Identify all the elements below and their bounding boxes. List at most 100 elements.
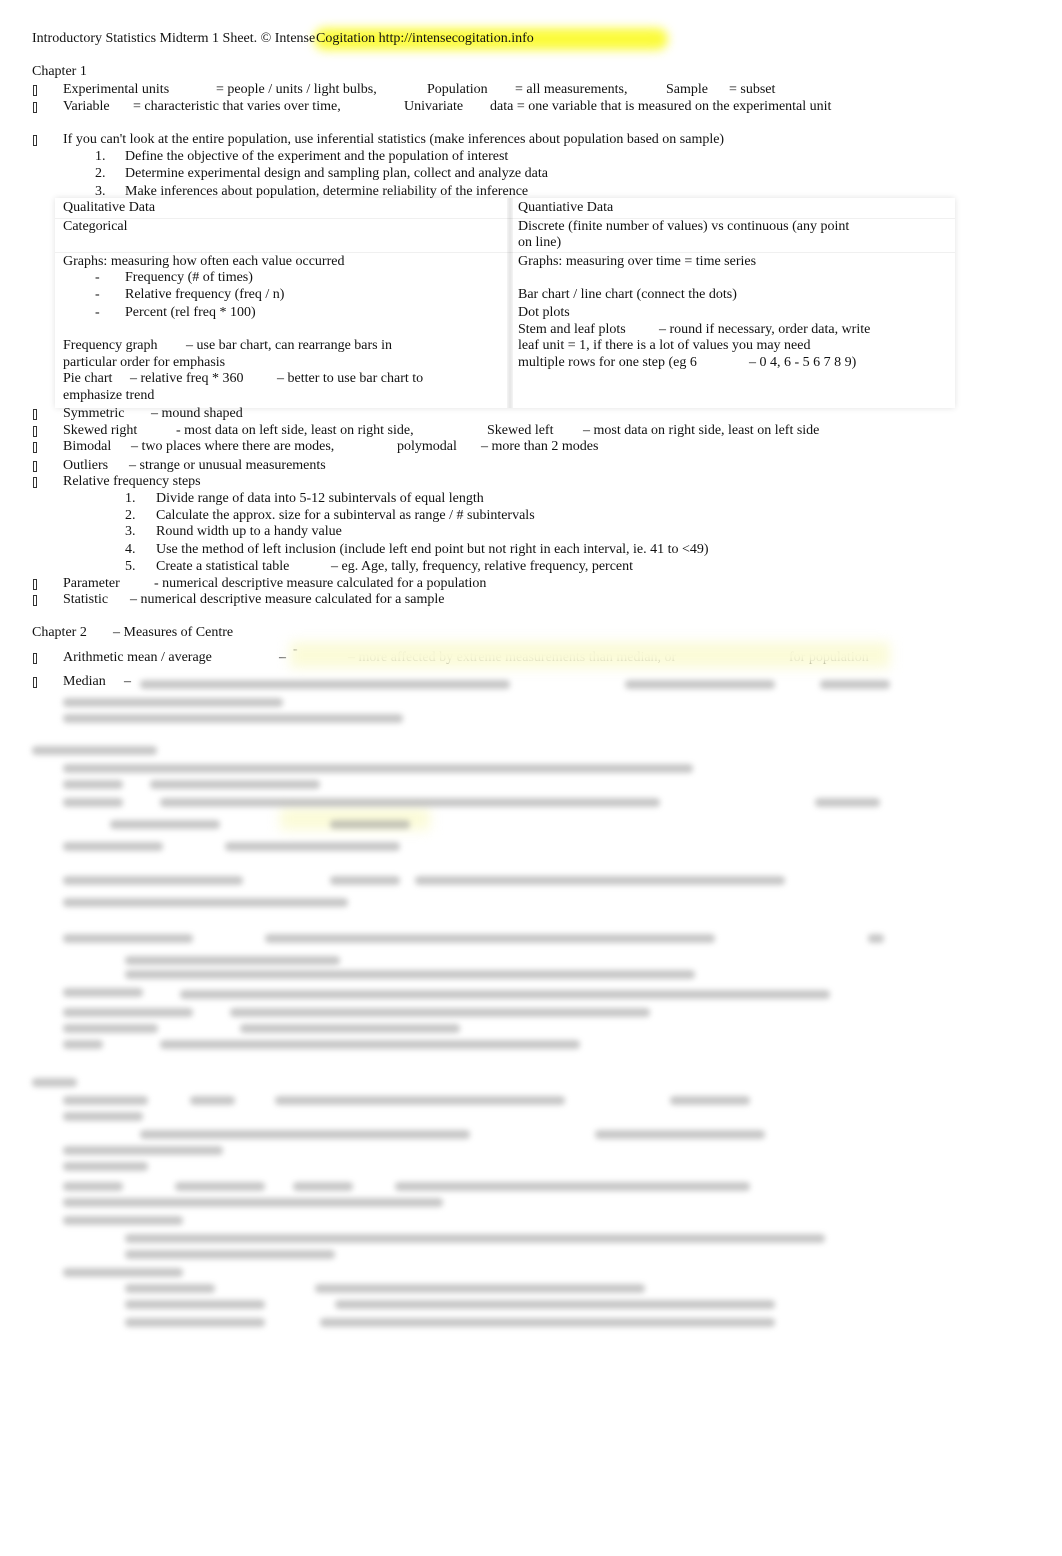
text-segment: Graphs: measuring how often each value o… — [63, 254, 345, 269]
blurred-text-line — [63, 1198, 443, 1207]
blurred-text-line — [63, 988, 143, 997]
blurred-text-line — [63, 1268, 183, 1277]
blurred-text-line — [190, 1096, 235, 1105]
blurred-text-line — [63, 1024, 158, 1033]
text-segment: multiple rows for one step (eg 6 — [518, 355, 697, 370]
blurred-text-line — [63, 1096, 148, 1105]
text-segment: Make inferences about population, determ… — [125, 184, 529, 199]
text-segment: 1. — [95, 149, 106, 164]
text-segment: = subset — [729, 82, 776, 97]
blurred-text-line — [63, 1008, 193, 1017]
text-segment: Experimental units — [63, 82, 170, 97]
text-segment: 3. — [125, 524, 136, 539]
blurred-text-line — [868, 934, 884, 943]
text-segment: – eg. Age, tally, frequency, relative fr… — [331, 559, 634, 574]
blurred-text-line — [240, 1024, 460, 1033]
text-segment: – Measures of Centre — [113, 625, 234, 640]
text-segment: If you can't look at the entire populati… — [63, 132, 725, 147]
table-row-divider — [55, 252, 955, 253]
blurred-text-line — [125, 1234, 825, 1243]
text-segment: Parameter — [63, 576, 120, 591]
text-segment: Stem and leaf plots — [518, 322, 626, 337]
blurred-text-line — [820, 680, 890, 689]
text-segment: Frequency graph — [63, 338, 158, 353]
text-segment: Determine experimental design and sampli… — [125, 166, 548, 181]
blurred-text-line — [335, 1300, 775, 1309]
text-segment: Univariate — [404, 99, 464, 114]
text-segment: Median — [63, 674, 106, 689]
blurred-text-line — [293, 1182, 353, 1191]
text-segment: - — [95, 287, 100, 302]
text-segment: Chapter 2 — [32, 625, 87, 640]
text-segment: - numerical descriptive measure calculat… — [154, 576, 487, 591]
blurred-text-line — [315, 1284, 645, 1293]
text-segment: 1. — [125, 491, 136, 506]
blurred-text-line — [63, 1040, 103, 1049]
text-segment: Statistic — [63, 592, 109, 607]
blurred-text-line — [150, 780, 320, 789]
text-segment: Divide range of data into 5-12 subinterv… — [156, 491, 484, 506]
text-segment: 3. — [95, 184, 106, 199]
blurred-text-line — [595, 1130, 765, 1139]
square-bullet-icon — [33, 426, 37, 437]
text-segment: Arithmetic mean / average — [63, 650, 212, 665]
blurred-text-line — [625, 680, 775, 689]
text-segment: – strange or unusual measurements — [129, 458, 326, 473]
text-segment: Dot plots — [518, 305, 570, 320]
blurred-text-line — [63, 714, 403, 723]
blurred-text-line — [225, 842, 400, 851]
text-segment: 2. — [95, 166, 106, 181]
blurred-text-line — [63, 934, 193, 943]
blurred-text-line — [63, 1182, 123, 1191]
text-segment: 4. — [125, 542, 136, 557]
blurred-text-line — [125, 956, 340, 965]
blurred-text-line — [230, 1008, 650, 1017]
text-segment: Pie chart — [63, 371, 113, 386]
text-segment: Qualitative Data — [63, 200, 156, 215]
text-segment: - — [95, 305, 100, 320]
blurred-text-line — [63, 1162, 148, 1171]
blurred-text-line — [180, 990, 830, 999]
blurred-text-line — [415, 876, 785, 885]
text-segment: Relative frequency (freq / n) — [125, 287, 285, 302]
text-segment: – numerical descriptive measure calculat… — [130, 592, 445, 607]
text-segment: – — [279, 650, 286, 665]
text-segment: - most data on left side, least on right… — [176, 423, 414, 438]
text-segment: Sample — [666, 82, 708, 97]
square-bullet-icon — [33, 442, 37, 453]
text-segment: data = one variable that is measured on … — [490, 99, 832, 114]
square-bullet-icon — [33, 461, 37, 472]
blurred-text-line — [330, 820, 410, 829]
text-segment: Chapter 1 — [32, 64, 87, 79]
document-title-link[interactable]: Cogitation http://intensecogitation.info — [316, 31, 534, 47]
document-title: Introductory Statistics Midterm 1 Sheet.… — [32, 31, 316, 46]
blurred-text-line — [125, 1284, 215, 1293]
blurred-text-line — [63, 842, 163, 851]
text-segment: Use the method of left inclusion (includ… — [156, 542, 709, 557]
blurred-text-line — [275, 1096, 565, 1105]
text-segment: = all measurements, — [515, 82, 628, 97]
blurred-text-line — [815, 798, 880, 807]
text-segment: Discrete (finite number of values) vs co… — [518, 219, 850, 234]
text-segment: Skewed right — [63, 423, 138, 438]
text-segment: Categorical — [63, 219, 128, 234]
text-segment: Relative frequency steps — [63, 474, 201, 489]
text-segment: Graphs: measuring over time = time serie… — [518, 254, 757, 269]
blurred-text-line — [63, 780, 123, 789]
blurred-highlight — [290, 642, 890, 668]
text-segment: Outliers — [63, 458, 109, 473]
blurred-text-line — [125, 1300, 265, 1309]
blurred-text-line — [125, 970, 695, 979]
text-segment: emphasize trend — [63, 388, 155, 403]
blurred-text-line — [110, 820, 220, 829]
square-bullet-icon — [33, 135, 37, 146]
blurred-text-line — [63, 698, 283, 707]
text-segment: 5. — [125, 559, 136, 574]
text-segment: polymodal — [397, 439, 457, 454]
text-segment: on line) — [518, 235, 562, 250]
blurred-text-line — [140, 680, 510, 689]
text-segment: – mound shaped — [151, 406, 243, 421]
text-segment: – more than 2 modes — [481, 439, 599, 454]
blurred-text-line — [125, 1318, 265, 1327]
blurred-text-line — [160, 798, 660, 807]
